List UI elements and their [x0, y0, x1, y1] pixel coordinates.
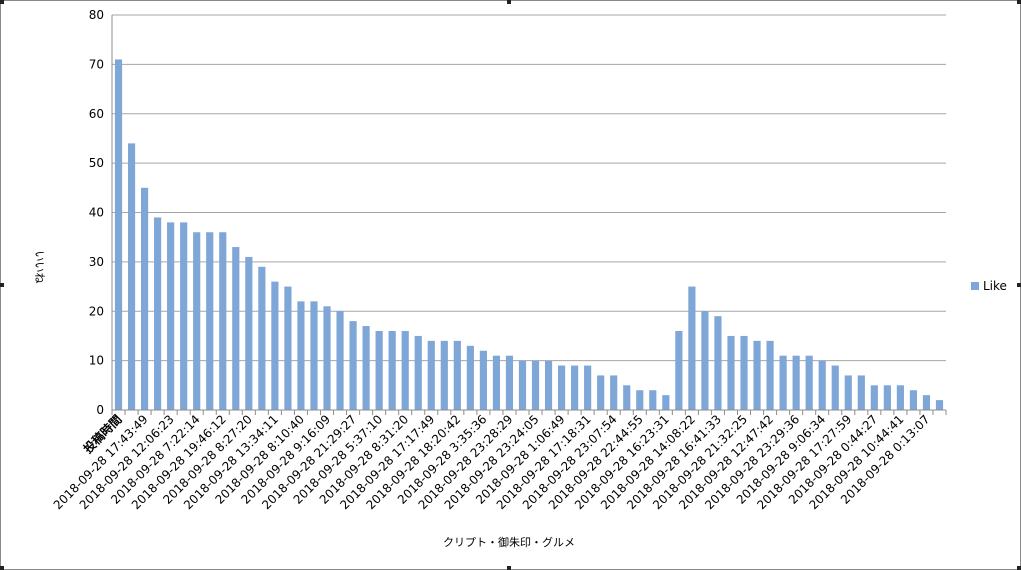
y-tick-label: 0 [96, 403, 104, 417]
bar [714, 316, 722, 410]
bar [336, 311, 344, 410]
resize-handle-top-right[interactable] [1017, 0, 1021, 4]
bar [896, 385, 904, 410]
y-tick-label: 30 [89, 255, 104, 269]
x-tick-labels: 投稿時間2018-09-28 17:43:492018-09-28 12:06:… [51, 412, 933, 513]
bar [779, 355, 787, 410]
resize-handle-right[interactable] [1017, 283, 1021, 287]
y-tick-label: 60 [89, 107, 104, 121]
bar [649, 390, 657, 410]
y-tick-label: 70 [89, 57, 104, 71]
bar [831, 365, 839, 410]
y-tick-label: 10 [89, 354, 104, 368]
bar [544, 360, 553, 410]
bar [401, 331, 409, 410]
y-tick-label: 50 [89, 156, 104, 170]
bar [636, 390, 644, 410]
bar [258, 266, 266, 410]
bar [505, 355, 514, 410]
bar [114, 59, 123, 410]
bar [297, 301, 305, 410]
bar [740, 335, 748, 410]
bar [688, 286, 696, 410]
bar [531, 360, 540, 410]
bar [518, 360, 527, 410]
bar [675, 331, 683, 410]
bar [870, 385, 878, 410]
bars [114, 59, 944, 410]
legend-label: Like [983, 279, 1007, 293]
bar [883, 385, 891, 410]
legend-swatch [971, 282, 979, 290]
bar [245, 256, 253, 410]
bar [922, 395, 931, 410]
bar [597, 375, 605, 410]
bar [167, 222, 175, 410]
resize-handle-top-left[interactable] [0, 0, 4, 4]
y-tick-label: 20 [89, 304, 104, 318]
bar [623, 385, 631, 410]
bar [453, 340, 461, 410]
bar [323, 306, 331, 410]
bar [610, 375, 618, 410]
legend: Like [971, 279, 1007, 293]
bar [571, 365, 579, 410]
bar [766, 340, 774, 410]
bar [206, 232, 214, 410]
resize-handle-top[interactable] [507, 0, 511, 4]
bar [219, 232, 227, 410]
bar [753, 340, 761, 410]
bar [140, 187, 149, 410]
bar [492, 355, 501, 410]
bar [935, 400, 944, 410]
bar [427, 340, 435, 410]
resize-handle-bottom[interactable] [507, 566, 511, 570]
bar [857, 375, 865, 410]
bar [362, 326, 370, 410]
bar [792, 355, 800, 410]
y-tick-label: 80 [89, 8, 104, 22]
y-tick-labels: 0 10 20 30 40 50 60 70 80 [89, 8, 104, 417]
bar [727, 335, 735, 410]
bar [375, 331, 383, 410]
bar [349, 321, 357, 410]
bar [440, 340, 448, 410]
bar [909, 390, 918, 410]
x-axis-title: クリプト・御朱印・グルメ [443, 535, 575, 549]
bar [805, 355, 813, 410]
resize-handle-bottom-right[interactable] [1017, 566, 1021, 570]
bar [284, 286, 292, 410]
bar [662, 395, 670, 410]
bar [232, 247, 240, 410]
bar [557, 365, 566, 410]
resize-handle-left[interactable] [0, 283, 4, 287]
chart-frame: 0 10 20 30 40 50 60 70 80 投稿時間 2018-09-28 17:43:4… [0, 0, 1021, 570]
y-tick-label: 40 [89, 206, 104, 220]
bar [154, 217, 162, 410]
bar [193, 232, 201, 410]
bar [479, 350, 487, 410]
bar [844, 375, 852, 410]
bar [584, 365, 592, 410]
bar [701, 311, 709, 410]
bar [271, 281, 279, 410]
bar [466, 345, 474, 410]
bar [388, 331, 396, 410]
bar [414, 335, 422, 410]
y-axis-title: いいね [33, 251, 46, 284]
bar [127, 143, 136, 410]
bar [180, 222, 188, 410]
bar [818, 360, 826, 410]
bar [310, 301, 318, 410]
bar-chart: 0 10 20 30 40 50 60 70 80 投稿時間2018-09-28 17:43:4… [33, 8, 1007, 549]
resize-handle-bottom-left[interactable] [0, 566, 4, 570]
